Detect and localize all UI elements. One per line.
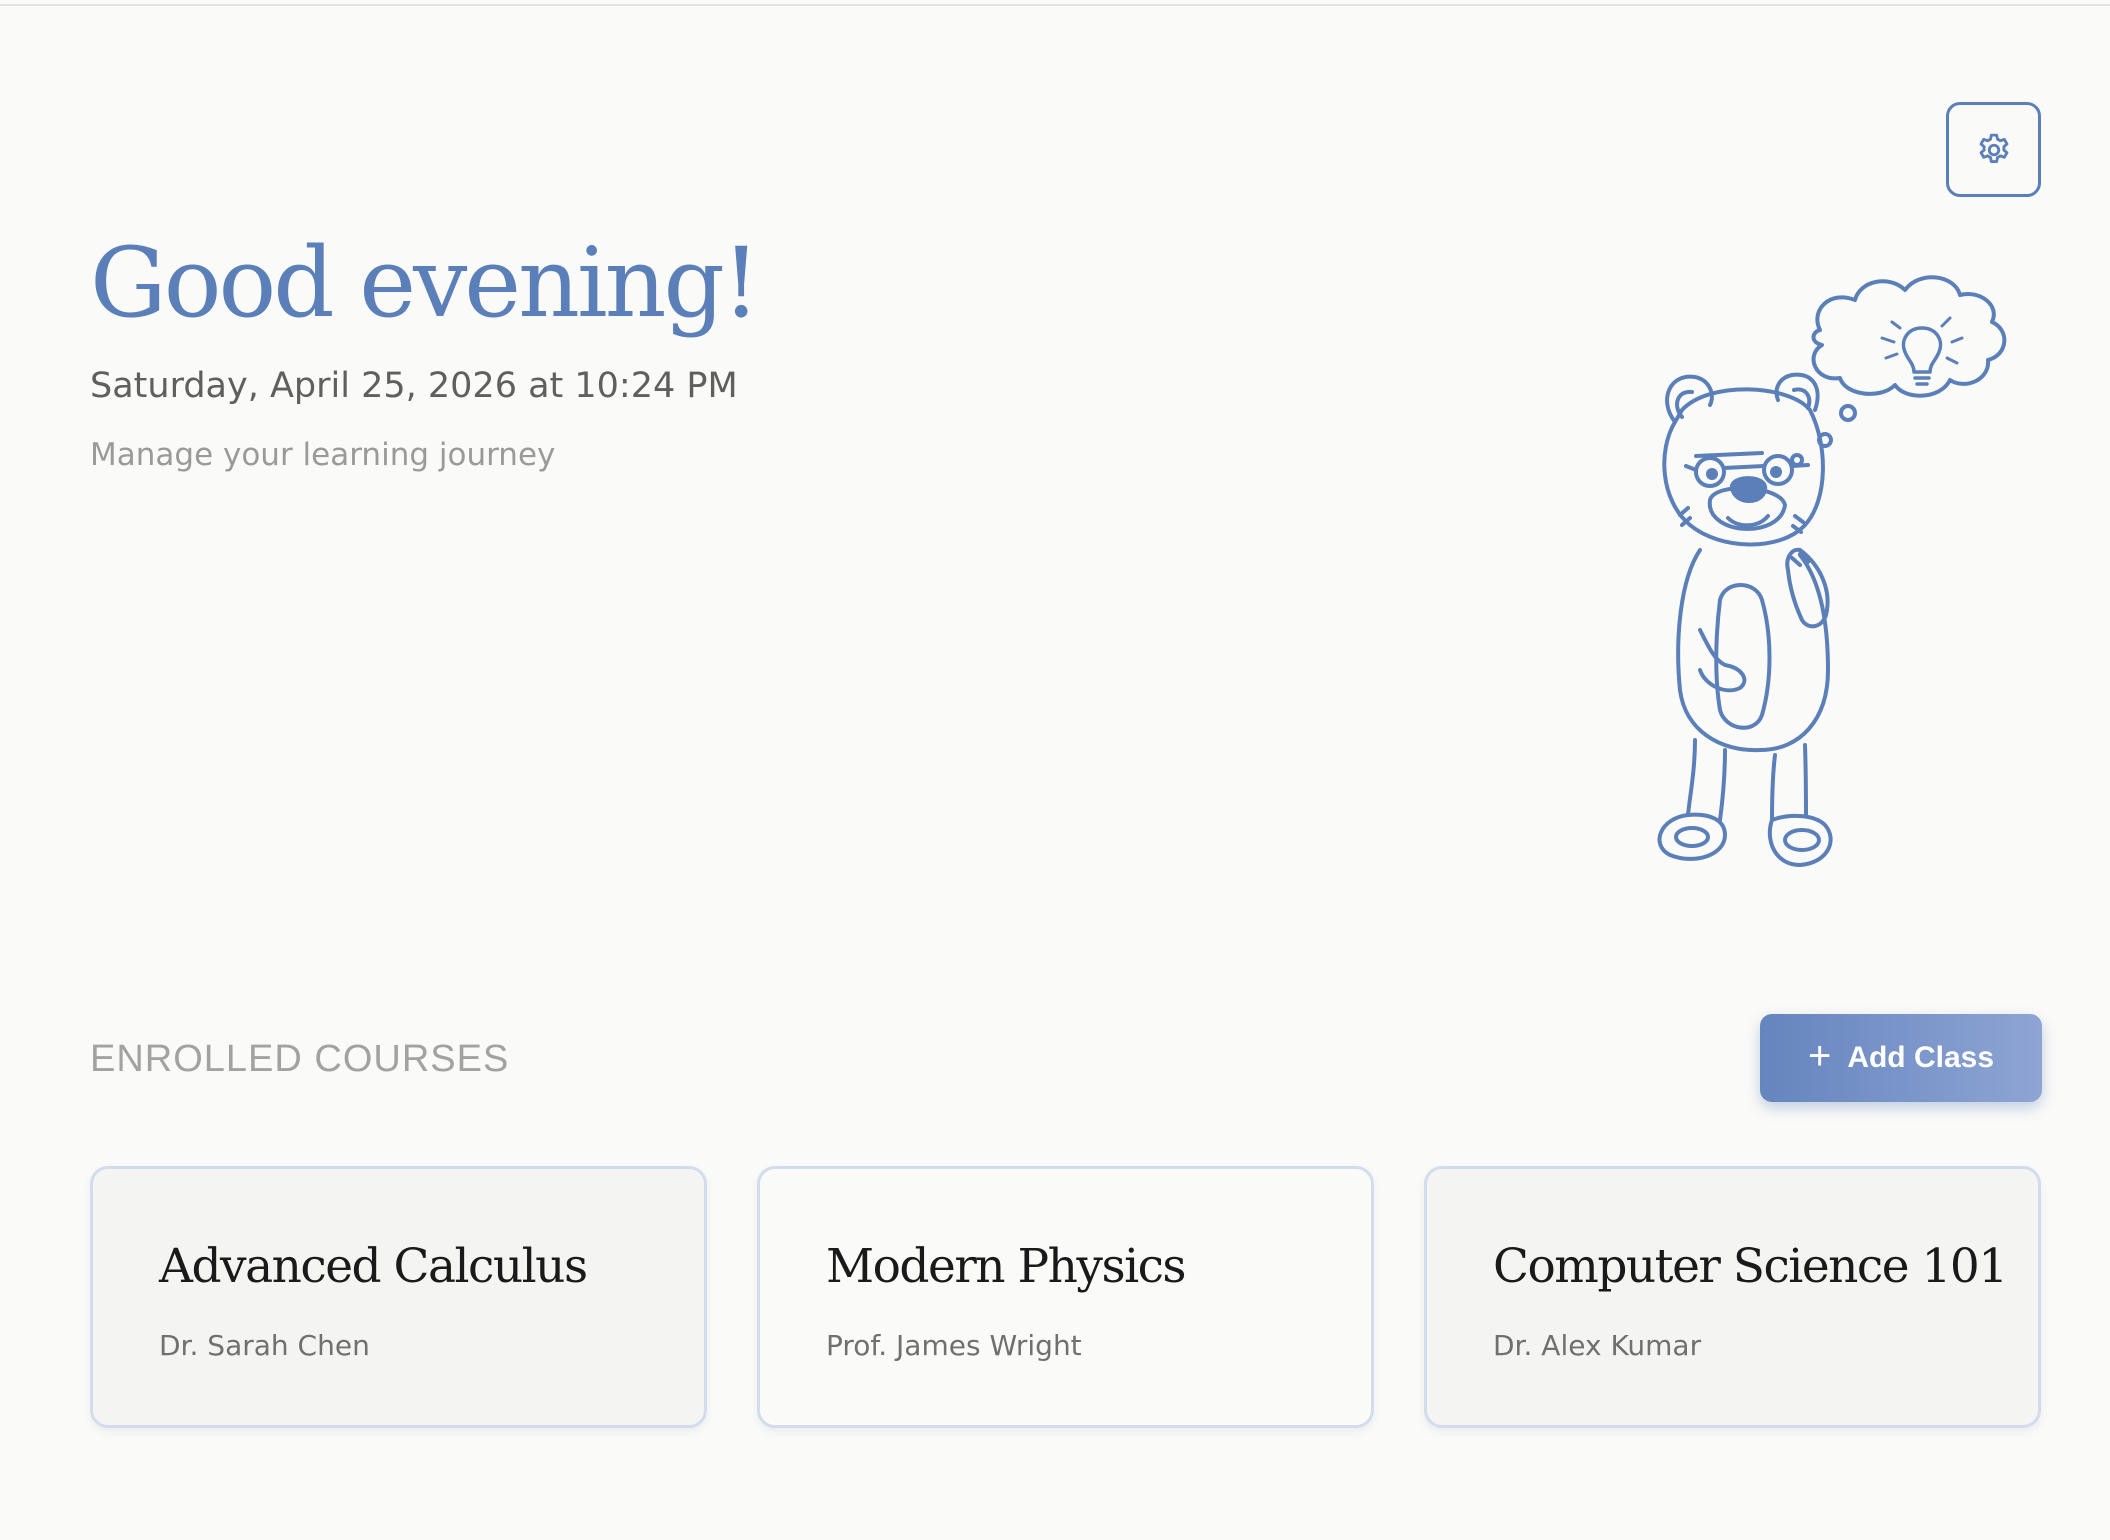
tagline: Manage your learning journey <box>90 437 556 473</box>
enrolled-courses-heading: ENROLLED COURSES <box>90 1038 510 1080</box>
course-card[interactable]: Modern Physics Prof. James Wright <box>757 1166 1374 1428</box>
top-divider <box>0 0 2110 6</box>
course-instructor: Dr. Alex Kumar <box>1493 1329 1702 1362</box>
course-name: Modern Physics <box>826 1239 1187 1294</box>
settings-button[interactable] <box>1946 102 2041 197</box>
add-class-label: Add Class <box>1847 1041 1995 1074</box>
plus-icon: + <box>1807 1034 1832 1078</box>
greeting-heading: Good evening! <box>90 227 760 339</box>
course-card[interactable]: Advanced Calculus Dr. Sarah Chen <box>90 1166 707 1428</box>
course-instructor: Dr. Sarah Chen <box>159 1329 370 1362</box>
course-instructor: Prof. James Wright <box>826 1329 1082 1362</box>
thinking-bear-illustration <box>1657 275 2007 867</box>
course-name: Advanced Calculus <box>159 1239 588 1294</box>
course-name: Computer Science 101 <box>1493 1239 2008 1294</box>
gear-icon <box>1979 133 2008 163</box>
current-datetime: Saturday, April 25, 2026 at 10:24 PM <box>90 366 738 406</box>
course-card[interactable]: Computer Science 101 Dr. Alex Kumar <box>1424 1166 2041 1428</box>
add-class-button[interactable]: + Add Class <box>1760 1014 2042 1102</box>
